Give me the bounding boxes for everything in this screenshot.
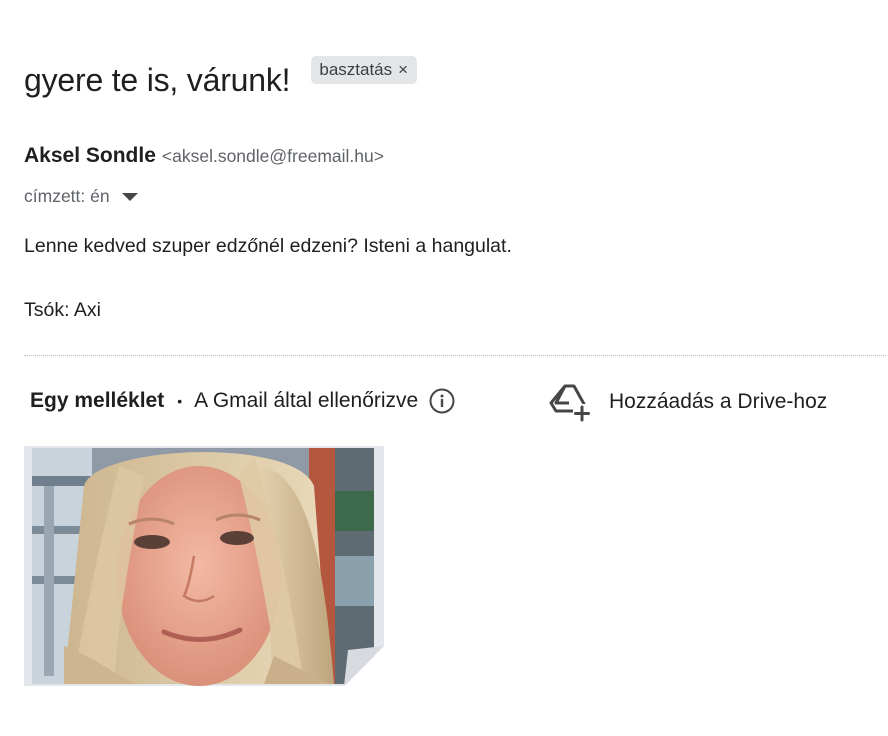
- sender-email: <aksel.sondle@freemail.hu>: [161, 146, 384, 166]
- email-subject: gyere te is, várunk!: [24, 62, 291, 98]
- body-line: Tsók: Axi: [24, 299, 101, 321]
- label-chip[interactable]: basztatás ×: [311, 56, 418, 84]
- attachment-thumbnail[interactable]: [24, 446, 384, 686]
- chevron-down-icon[interactable]: [121, 192, 138, 201]
- label-chip-text: basztatás: [319, 60, 393, 79]
- separator-dot: •: [177, 393, 183, 409]
- body-line: Lenne kedved szuper edzőnél edzeni? Iste…: [24, 235, 512, 257]
- attachments-header: Egy melléklet • A Gmail által ellenőrizv…: [30, 384, 456, 418]
- subject-row: gyere te is, várunk! basztatás ×: [24, 56, 418, 102]
- add-to-drive-button[interactable]: Hozzáadás a Drive-hoz: [547, 382, 827, 422]
- sender-line: Aksel Sondle <aksel.sondle@freemail.hu>: [24, 144, 384, 168]
- attachment-photo: [24, 446, 384, 686]
- add-to-drive-icon: [547, 382, 591, 422]
- scanned-by-gmail: A Gmail által ellenőrizve: [194, 389, 419, 412]
- recipient-label: címzett: én: [24, 186, 110, 206]
- attachments-divider: [24, 355, 886, 356]
- add-to-drive-label: Hozzáadás a Drive-hoz: [609, 390, 828, 413]
- recipient-line: címzett: én: [24, 186, 138, 207]
- attachment-count: Egy melléklet: [30, 389, 165, 412]
- sender-name[interactable]: Aksel Sondle: [24, 144, 156, 168]
- remove-label-icon[interactable]: ×: [398, 60, 408, 80]
- info-icon[interactable]: [428, 387, 456, 415]
